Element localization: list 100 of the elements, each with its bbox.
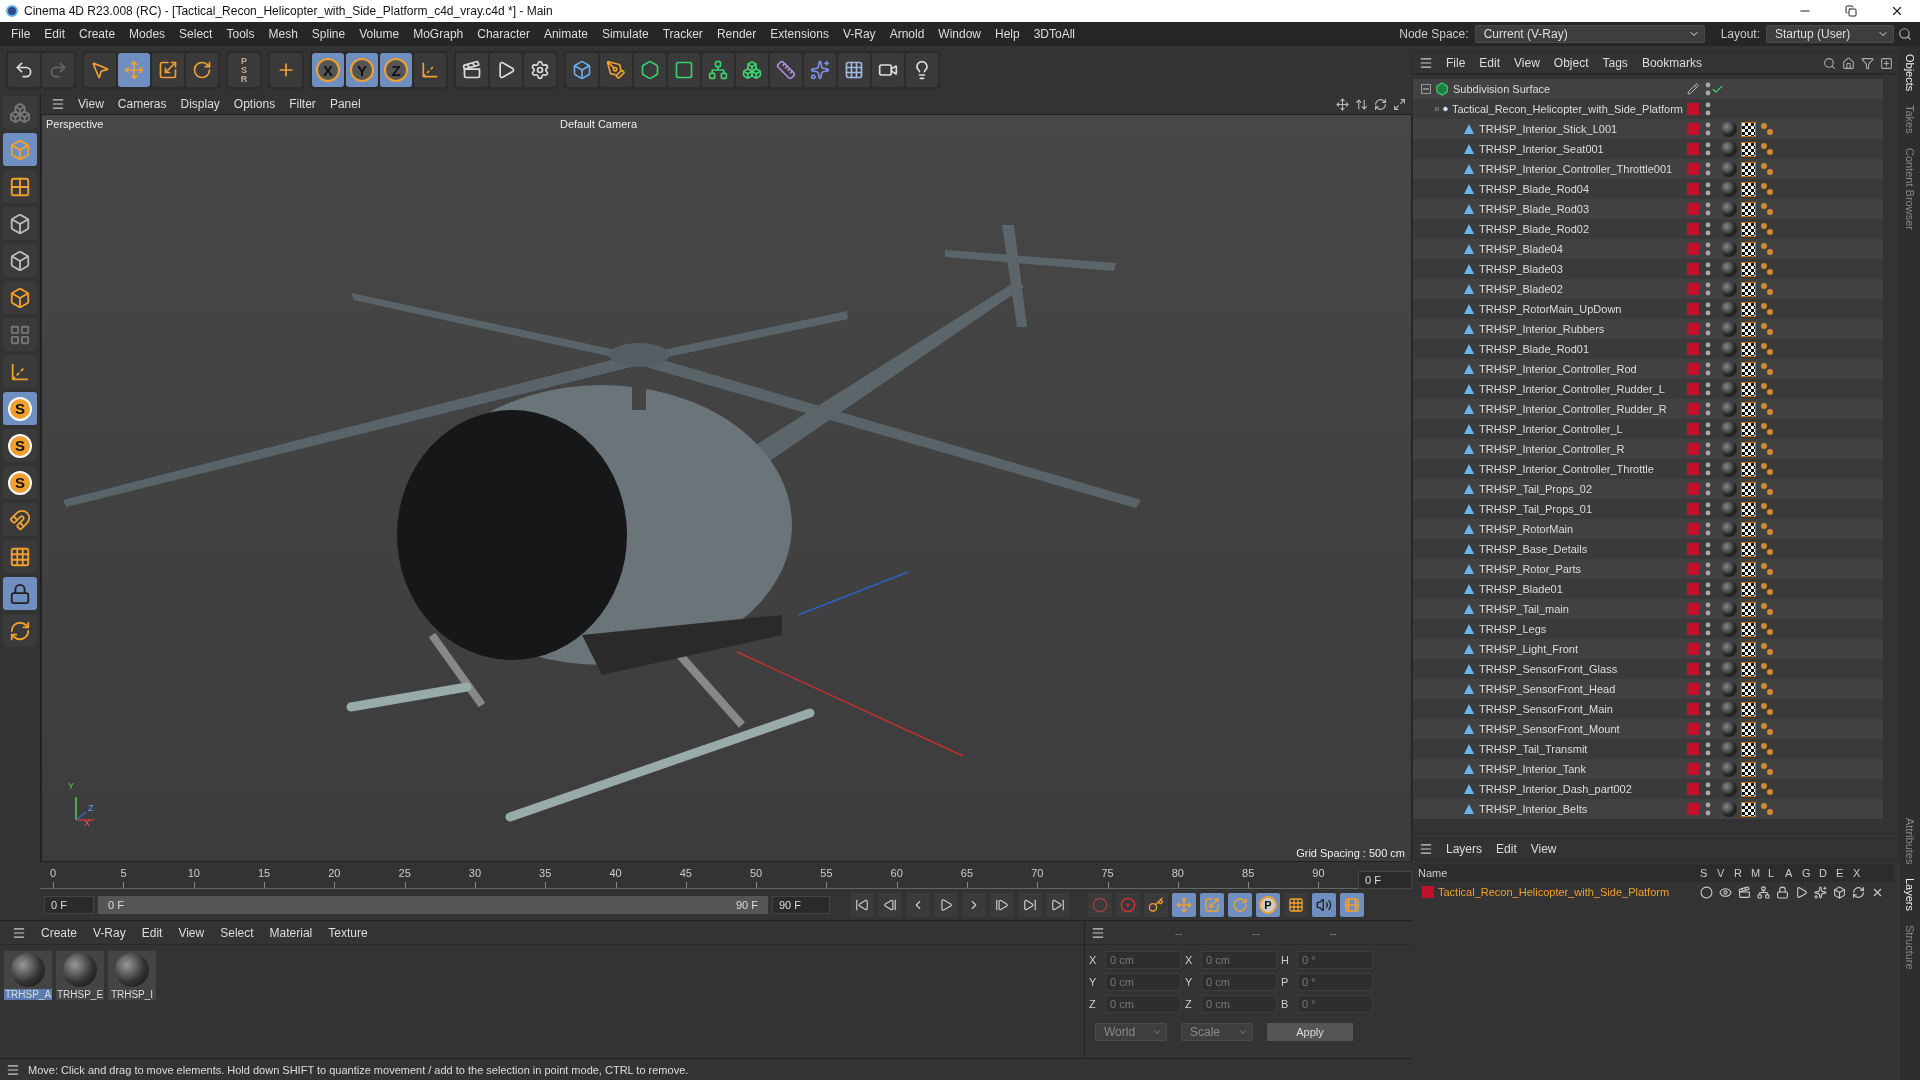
- visibility-dots-icon[interactable]: [1705, 762, 1711, 776]
- keyframe-tool-button[interactable]: P: [1256, 892, 1280, 917]
- current-frame-field[interactable]: 0 F: [1358, 871, 1412, 889]
- object-menu-item[interactable]: Object: [1546, 56, 1596, 70]
- dots-tag-icon[interactable]: [1760, 442, 1774, 456]
- object-menu-item[interactable]: File: [1439, 56, 1473, 70]
- tool-button[interactable]: [600, 53, 632, 87]
- material-tag-icon[interactable]: [1721, 801, 1737, 817]
- object-row[interactable]: TRHSP_Blade02: [1413, 279, 1883, 299]
- material-swatch[interactable]: TRHSP_E: [56, 951, 104, 1000]
- object-row[interactable]: TRHSP_Tail_Props_02: [1413, 479, 1883, 499]
- visibility-dots-icon[interactable]: [1705, 342, 1711, 356]
- cube-icon[interactable]: [1833, 885, 1846, 899]
- material-tag-icon[interactable]: [1721, 341, 1737, 357]
- object-name[interactable]: TRHSP_Tail_Props_02: [1479, 483, 1593, 495]
- layers-menu-item[interactable]: View: [1523, 842, 1564, 856]
- tool-button[interactable]: [634, 53, 666, 87]
- dots-tag-icon[interactable]: [1760, 462, 1774, 476]
- side-tool-button[interactable]: [3, 614, 37, 647]
- visibility-dots-icon[interactable]: [1705, 782, 1711, 796]
- viewport-menu-item[interactable]: Options: [226, 97, 283, 111]
- material-tag-icon[interactable]: [1721, 741, 1737, 757]
- object-row[interactable]: TRHSP_SensorFront_Glass: [1413, 659, 1883, 679]
- dots-tag-icon[interactable]: [1760, 742, 1774, 756]
- menu-icon[interactable]: [12, 925, 26, 940]
- dots-tag-icon[interactable]: [1760, 322, 1774, 336]
- texture-tag-icon[interactable]: [1741, 761, 1756, 777]
- object-menu-item[interactable]: Tags: [1595, 56, 1635, 70]
- visibility-dots-icon[interactable]: [1705, 282, 1711, 296]
- dots-tag-icon[interactable]: [1760, 522, 1774, 536]
- side-tool-button[interactable]: S: [3, 392, 37, 425]
- object-row[interactable]: TRHSP_Interior_Belts: [1413, 799, 1883, 819]
- dots-tag-icon[interactable]: [1760, 342, 1774, 356]
- object-name[interactable]: TRHSP_Blade_Rod02: [1479, 223, 1590, 235]
- menu-item[interactable]: Select: [172, 27, 220, 41]
- dots-tag-icon[interactable]: [1760, 682, 1774, 696]
- material-tag-icon[interactable]: [1721, 501, 1737, 517]
- object-name[interactable]: TRHSP_Interior_Belts: [1479, 803, 1588, 815]
- object-name[interactable]: TRHSP_Rotor_Parts: [1479, 563, 1582, 575]
- tool-button[interactable]: [702, 53, 734, 87]
- keyframe-tool-button[interactable]: [1144, 892, 1168, 917]
- texture-tag-icon[interactable]: [1741, 681, 1756, 697]
- side-tool-button[interactable]: [3, 281, 37, 314]
- visibility-dots-icon[interactable]: [1705, 502, 1711, 516]
- texture-tag-icon[interactable]: [1741, 141, 1756, 157]
- viewport-menu-item[interactable]: Cameras: [110, 97, 174, 111]
- dots-tag-icon[interactable]: [1760, 562, 1774, 576]
- object-name[interactable]: TRHSP_RotorMain: [1479, 523, 1574, 535]
- menu-item[interactable]: Arnold: [882, 27, 932, 41]
- refresh-icon[interactable]: [1852, 885, 1865, 899]
- keyframe-tool-button[interactable]: [1116, 892, 1140, 917]
- playback-button[interactable]: [1018, 892, 1042, 917]
- texture-tag-icon[interactable]: [1741, 261, 1756, 277]
- texture-tag-icon[interactable]: [1741, 401, 1756, 417]
- material-tag-icon[interactable]: [1721, 581, 1737, 597]
- material-tag-icon[interactable]: [1721, 661, 1737, 677]
- visibility-dots-icon[interactable]: [1705, 602, 1711, 616]
- tool-button[interactable]: PSR: [228, 53, 260, 87]
- object-name[interactable]: TRHSP_Blade03: [1479, 263, 1563, 275]
- material-tag-icon[interactable]: [1721, 141, 1737, 157]
- tool-button[interactable]: [668, 53, 700, 87]
- texture-tag-icon[interactable]: [1741, 361, 1756, 377]
- layers-menu-item[interactable]: Layers: [1439, 842, 1490, 856]
- add-icon[interactable]: [1880, 56, 1893, 70]
- menu-item[interactable]: Extensions: [763, 27, 836, 41]
- object-name[interactable]: TRHSP_Interior_Controller_Rod: [1479, 363, 1637, 375]
- material-tag-icon[interactable]: [1721, 241, 1737, 257]
- object-row[interactable]: TRHSP_Interior_Dash_part002: [1413, 779, 1883, 799]
- visibility-dots-icon[interactable]: [1705, 422, 1711, 436]
- material-menu-item[interactable]: Texture: [321, 925, 375, 940]
- visibility-dots-icon[interactable]: [1705, 462, 1711, 476]
- collapse-icon[interactable]: [1435, 104, 1440, 114]
- playback-button[interactable]: [906, 892, 930, 917]
- layer-name[interactable]: Tactical_Recon_Helicopter_with_Side_Platform: [1438, 886, 1700, 898]
- object-row[interactable]: TRHSP_Base_Details: [1413, 539, 1883, 559]
- object-name[interactable]: TRHSP_SensorFront_Mount: [1479, 723, 1620, 735]
- texture-tag-icon[interactable]: [1741, 161, 1756, 177]
- object-row[interactable]: TRHSP_Tail_Props_01: [1413, 499, 1883, 519]
- texture-tag-icon[interactable]: [1741, 301, 1756, 317]
- dots-tag-icon[interactable]: [1760, 602, 1774, 616]
- texture-tag-icon[interactable]: [1741, 661, 1756, 677]
- material-tag-icon[interactable]: [1721, 601, 1737, 617]
- texture-tag-icon[interactable]: [1741, 521, 1756, 537]
- maximize-icon[interactable]: [1393, 97, 1406, 111]
- tool-button[interactable]: [906, 53, 938, 87]
- tool-button[interactable]: [186, 53, 218, 87]
- visibility-dots-icon[interactable]: [1705, 662, 1711, 676]
- tool-button[interactable]: [736, 53, 768, 87]
- material-tag-icon[interactable]: [1721, 481, 1737, 497]
- object-row[interactable]: TRHSP_RotorMain: [1413, 519, 1883, 539]
- texture-tag-icon[interactable]: [1741, 701, 1756, 717]
- menu-item[interactable]: MoGraph: [406, 27, 471, 41]
- home-icon[interactable]: [1842, 56, 1855, 70]
- dots-tag-icon[interactable]: [1760, 542, 1774, 556]
- circle-icon[interactable]: [1700, 885, 1713, 899]
- object-name[interactable]: TRHSP_Tail_main: [1479, 603, 1569, 615]
- dots-tag-icon[interactable]: [1760, 482, 1774, 496]
- object-menu-item[interactable]: Edit: [1472, 56, 1508, 70]
- side-tool-button[interactable]: [3, 577, 37, 610]
- material-tag-icon[interactable]: [1721, 381, 1737, 397]
